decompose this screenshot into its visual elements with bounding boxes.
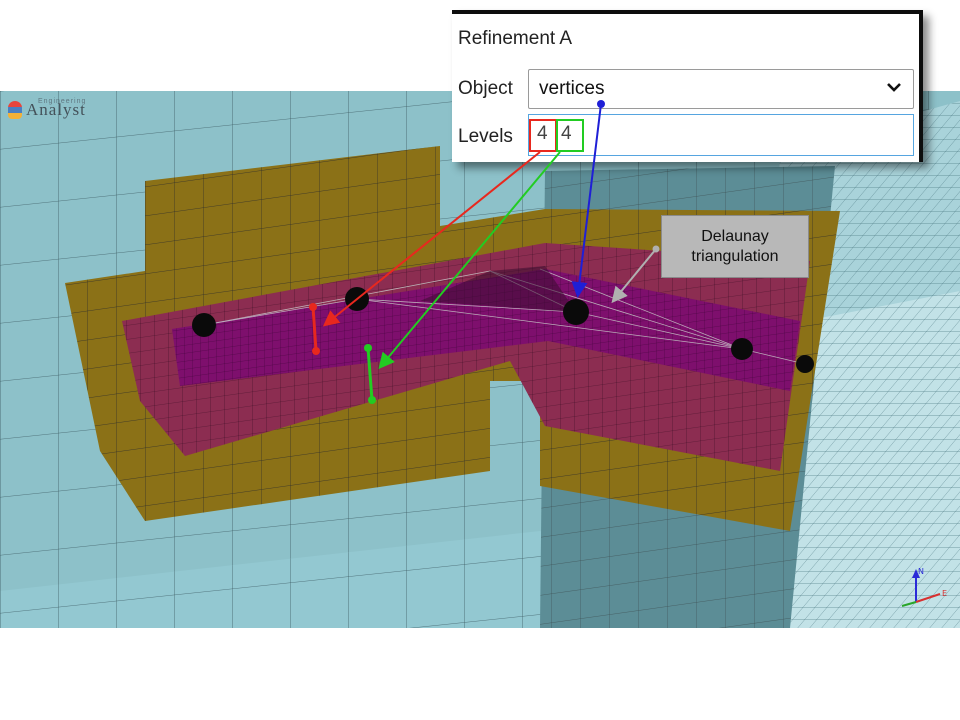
level-min-highlight bbox=[529, 119, 557, 152]
levels-label: Levels bbox=[458, 126, 513, 147]
callout-line-1: Delaunay bbox=[701, 227, 769, 245]
object-label: Object bbox=[458, 78, 513, 99]
axis-triad-icon: E N bbox=[901, 567, 947, 607]
app-logo: Engineering Analyst bbox=[8, 98, 87, 120]
object-select-value: vertices bbox=[539, 78, 605, 99]
panel-title: Refinement A bbox=[458, 28, 573, 49]
logo-subtitle: Engineering bbox=[38, 98, 87, 105]
delaunay-callout: Delaunay triangulation bbox=[661, 215, 809, 278]
mesh-scene[interactable] bbox=[0, 91, 960, 628]
3d-viewport[interactable] bbox=[0, 91, 960, 628]
level-max-highlight bbox=[556, 119, 584, 152]
callout-line-2: triangulation bbox=[691, 247, 779, 265]
refinement-panel: Refinement A Object vertices Levels 4 4 bbox=[452, 10, 923, 162]
levels-input[interactable]: 4 4 bbox=[528, 114, 914, 156]
logo-icon bbox=[8, 101, 22, 119]
chevron-down-icon[interactable] bbox=[885, 78, 903, 96]
axis-n-label: N bbox=[918, 567, 924, 576]
object-select[interactable]: vertices bbox=[528, 69, 914, 109]
axis-e-label: E bbox=[942, 589, 947, 598]
